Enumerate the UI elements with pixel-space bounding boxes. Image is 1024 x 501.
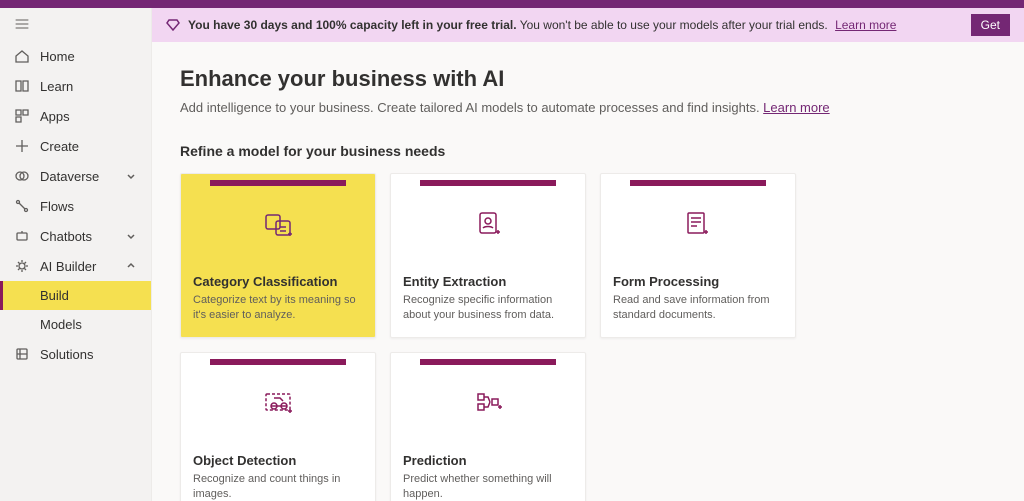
- card-illustration: [391, 174, 585, 264]
- sidebar-item-ai-builder[interactable]: AI Builder: [0, 251, 151, 281]
- card-title: Prediction: [403, 453, 573, 468]
- sidebar-item-solutions[interactable]: Solutions: [0, 339, 151, 369]
- hamburger-button[interactable]: [0, 8, 151, 41]
- dataverse-icon: [14, 168, 30, 184]
- card-desc: Predict whether something will happen.: [403, 472, 573, 501]
- apps-icon: [14, 108, 30, 124]
- main-area: You have 30 days and 100% capacity left …: [152, 8, 1024, 501]
- sidebar-item-flows[interactable]: Flows: [0, 191, 151, 221]
- sidebar-label: Dataverse: [40, 169, 125, 184]
- card-illustration: [181, 174, 375, 264]
- flows-icon: [14, 198, 30, 214]
- card-title: Form Processing: [613, 274, 783, 289]
- sidebar-label: Apps: [40, 109, 137, 124]
- card-entity-extraction[interactable]: Entity Extraction Recognize specific inf…: [390, 173, 586, 338]
- sidebar-label: Home: [40, 49, 137, 64]
- banner-bold: You have 30 days and 100% capacity left …: [188, 18, 517, 32]
- card-desc: Read and save information from standard …: [613, 293, 783, 323]
- sidebar-item-dataverse[interactable]: Dataverse: [0, 161, 151, 191]
- object-detection-icon: [260, 365, 296, 443]
- chatbot-icon: [14, 228, 30, 244]
- content: Enhance your business with AI Add intell…: [152, 42, 1024, 501]
- sidebar-label: AI Builder: [40, 259, 125, 274]
- sidebar-label: Learn: [40, 79, 137, 94]
- card-title: Object Detection: [193, 453, 363, 468]
- entity-extraction-icon: [470, 186, 506, 264]
- card-form-processing[interactable]: Form Processing Read and save informatio…: [600, 173, 796, 338]
- ai-builder-icon: [14, 258, 30, 274]
- card-illustration: [181, 353, 375, 443]
- model-cards: Category Classification Categorize text …: [180, 173, 996, 501]
- diamond-icon: [166, 17, 180, 34]
- sidebar-item-chatbots[interactable]: Chatbots: [0, 221, 151, 251]
- chevron-down-icon: [125, 170, 137, 182]
- card-category-classification[interactable]: Category Classification Categorize text …: [180, 173, 376, 338]
- chevron-up-icon: [125, 260, 137, 272]
- chevron-down-icon: [125, 230, 137, 242]
- banner-get-button[interactable]: Get: [971, 14, 1010, 36]
- sidebar-label: Solutions: [40, 347, 137, 362]
- banner-text: You have 30 days and 100% capacity left …: [188, 18, 896, 32]
- prediction-icon: [470, 365, 506, 443]
- plus-icon: [14, 138, 30, 154]
- card-prediction[interactable]: Prediction Predict whether something wil…: [390, 352, 586, 501]
- app-header-bar: [0, 0, 1024, 8]
- sidebar-label: Build: [40, 288, 137, 303]
- page-subtitle-text: Add intelligence to your business. Creat…: [180, 100, 763, 115]
- sidebar-label: Flows: [40, 199, 137, 214]
- sidebar-item-create[interactable]: Create: [0, 131, 151, 161]
- sidebar-item-learn[interactable]: Learn: [0, 71, 151, 101]
- card-illustration: [391, 353, 585, 443]
- card-title: Category Classification: [193, 274, 363, 289]
- card-desc: Categorize text by its meaning so it's e…: [193, 293, 363, 323]
- sidebar-item-build[interactable]: Build: [0, 281, 151, 310]
- banner-learn-more-link[interactable]: Learn more: [835, 18, 896, 32]
- section-title: Refine a model for your business needs: [180, 143, 996, 159]
- category-classification-icon: [260, 186, 296, 264]
- banner-rest: You won't be able to use your models aft…: [517, 18, 828, 32]
- card-illustration: [601, 174, 795, 264]
- book-icon: [14, 78, 30, 94]
- solutions-icon: [14, 346, 30, 362]
- page-title: Enhance your business with AI: [180, 66, 996, 92]
- sidebar-label: Chatbots: [40, 229, 125, 244]
- sidebar-item-home[interactable]: Home: [0, 41, 151, 71]
- form-processing-icon: [680, 186, 716, 264]
- sidebar-item-models[interactable]: Models: [0, 310, 151, 339]
- sidebar-label: Models: [40, 317, 137, 332]
- page-subtitle: Add intelligence to your business. Creat…: [180, 100, 996, 115]
- card-desc: Recognize specific information about you…: [403, 293, 573, 323]
- card-object-detection[interactable]: Object Detection Recognize and count thi…: [180, 352, 376, 501]
- trial-banner: You have 30 days and 100% capacity left …: [152, 8, 1024, 42]
- sidebar-item-apps[interactable]: Apps: [0, 101, 151, 131]
- card-desc: Recognize and count things in images.: [193, 472, 363, 501]
- home-icon: [14, 48, 30, 64]
- page-learn-more-link[interactable]: Learn more: [763, 100, 829, 115]
- sidebar-label: Create: [40, 139, 137, 154]
- card-title: Entity Extraction: [403, 274, 573, 289]
- sidebar: Home Learn Apps Create Dataverse Flows C…: [0, 8, 152, 501]
